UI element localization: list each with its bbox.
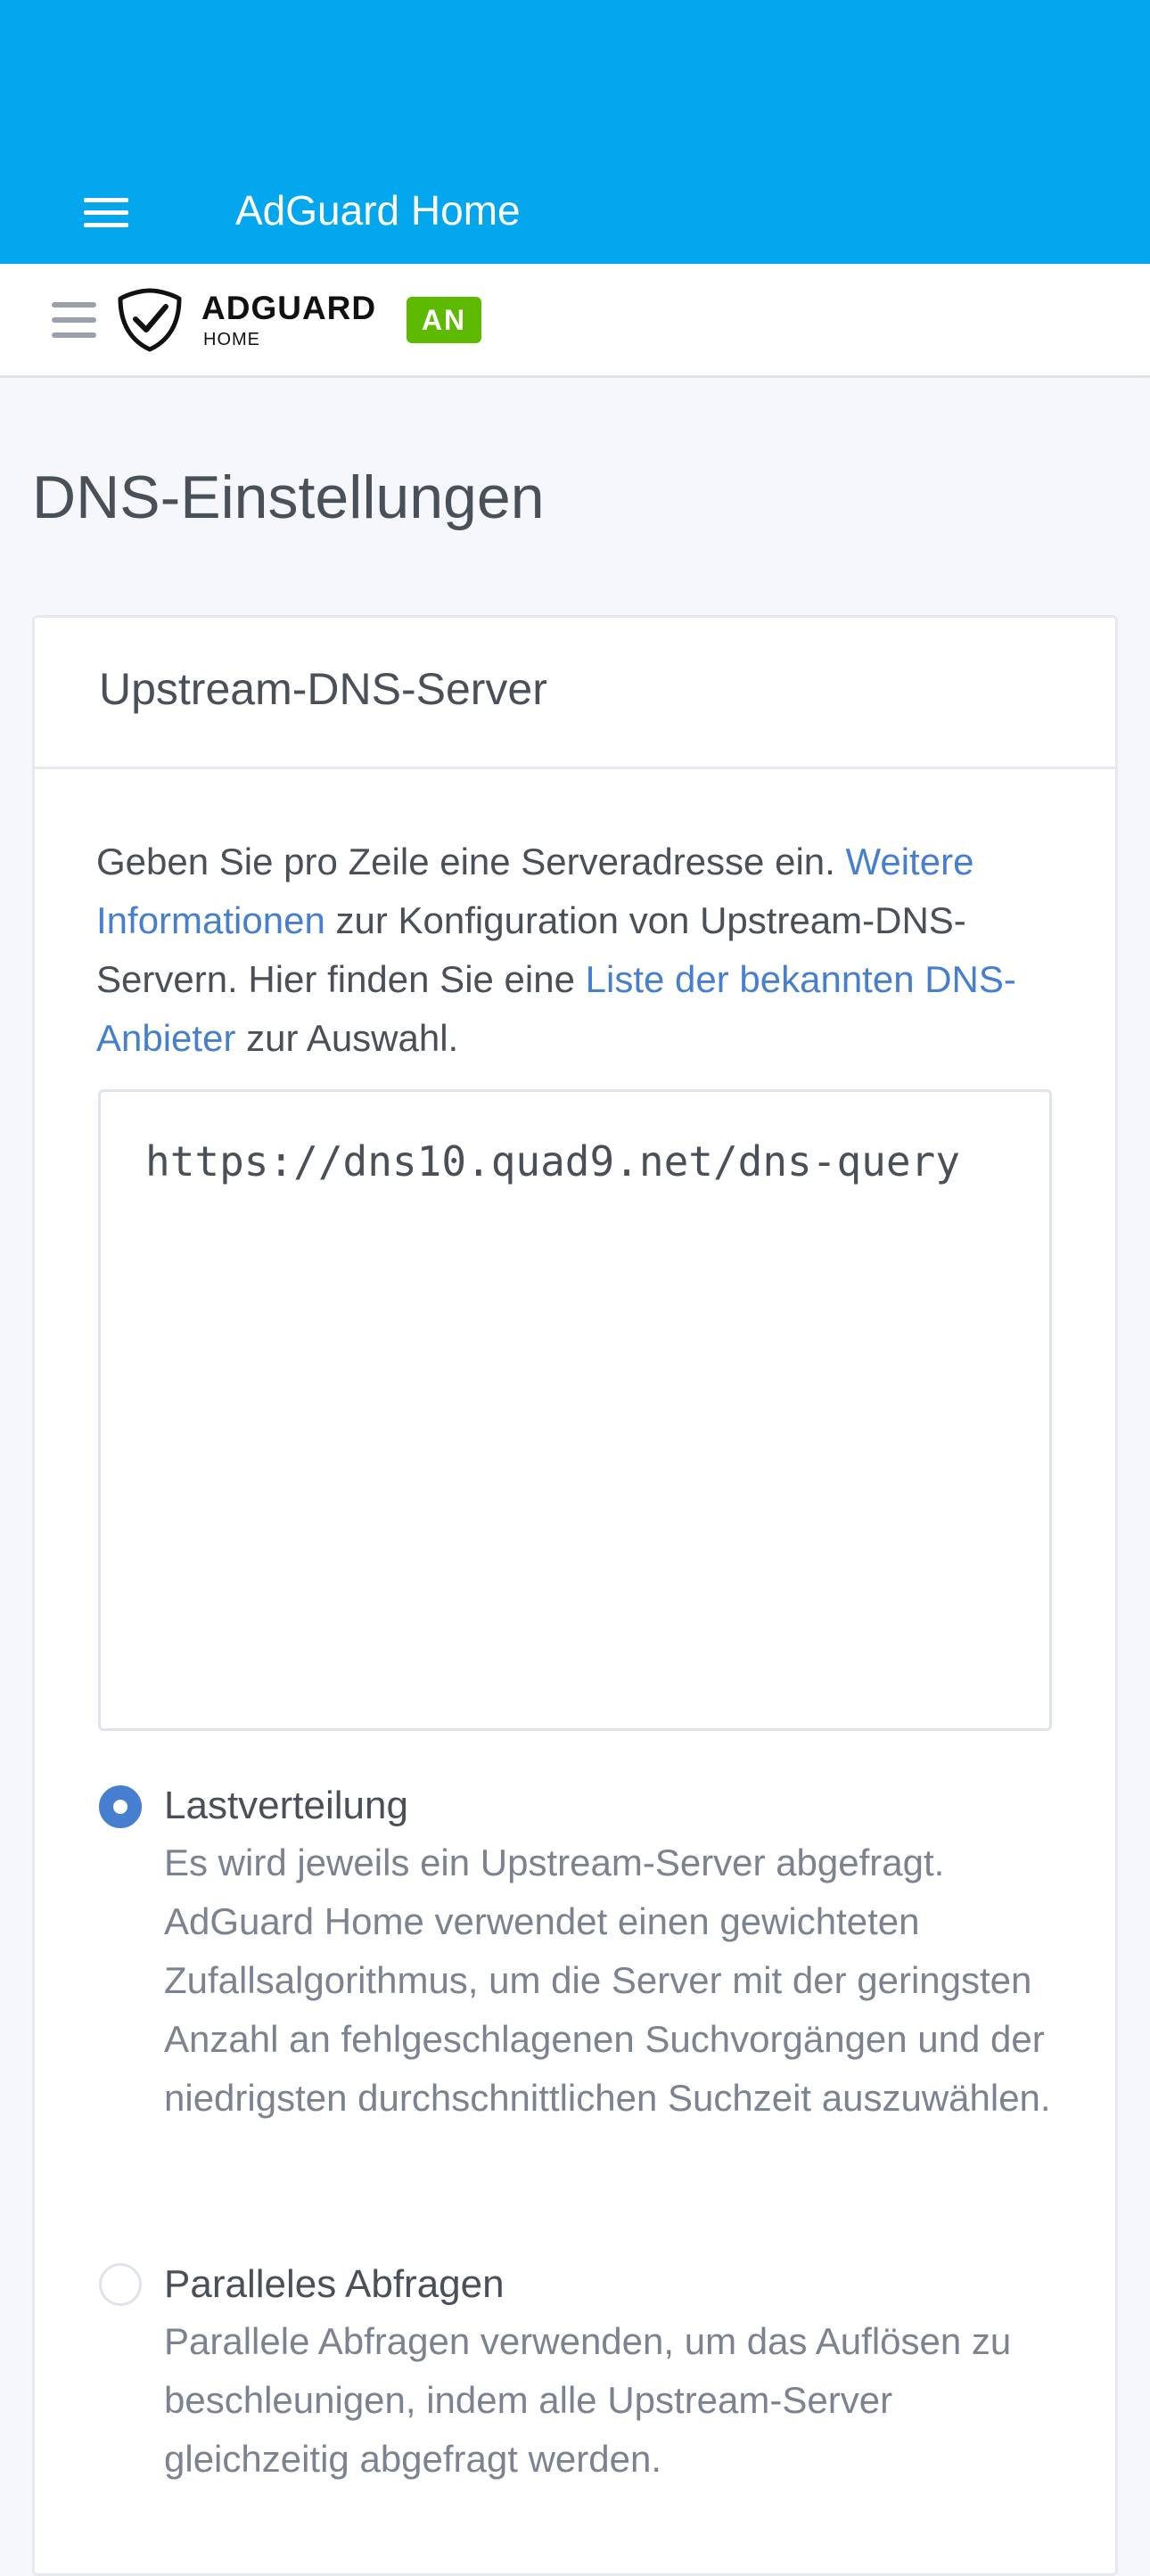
- card-title: Upstream-DNS-Server: [99, 664, 547, 714]
- app-bar: AdGuard Home: [0, 0, 1150, 264]
- site-header: ADGUARD HOME AN: [0, 264, 1150, 378]
- upstream-servers-textarea[interactable]: https://dns10.quad9.net/dns-query: [98, 1089, 1052, 1731]
- logo-subtext: HOME: [203, 330, 260, 349]
- protection-status-badge[interactable]: AN: [407, 297, 481, 343]
- app-menu-icon[interactable]: [84, 198, 128, 228]
- load-balancing-radio[interactable]: [99, 1785, 142, 1828]
- site-menu-icon[interactable]: [52, 302, 96, 338]
- parallel-requests-label[interactable]: Paralleles Abfragen: [164, 2260, 505, 2309]
- load-balancing-label[interactable]: Lastverteilung: [164, 1781, 408, 1831]
- adguard-shield-logo-icon: [118, 288, 182, 352]
- parallel-requests-description: Parallele Abfragen verwenden, um das Auf…: [164, 2320, 1012, 2480]
- page-title: DNS-Einstellungen: [32, 464, 545, 531]
- description-text: Geben Sie pro Zeile eine Serveradresse e…: [96, 841, 846, 882]
- logo-text: ADGUARD: [201, 290, 377, 326]
- parallel-requests-radio[interactable]: [99, 2263, 142, 2306]
- upstream-description: Geben Sie pro Zeile eine Serveradresse e…: [96, 833, 1068, 1068]
- load-balancing-description: Es wird jeweils ein Upstream-Server abge…: [164, 1842, 1051, 2119]
- description-text: zur Auswahl.: [235, 1017, 459, 1059]
- app-bar-title: AdGuard Home: [235, 187, 521, 234]
- card-header: Upstream-DNS-Server: [35, 618, 1115, 769]
